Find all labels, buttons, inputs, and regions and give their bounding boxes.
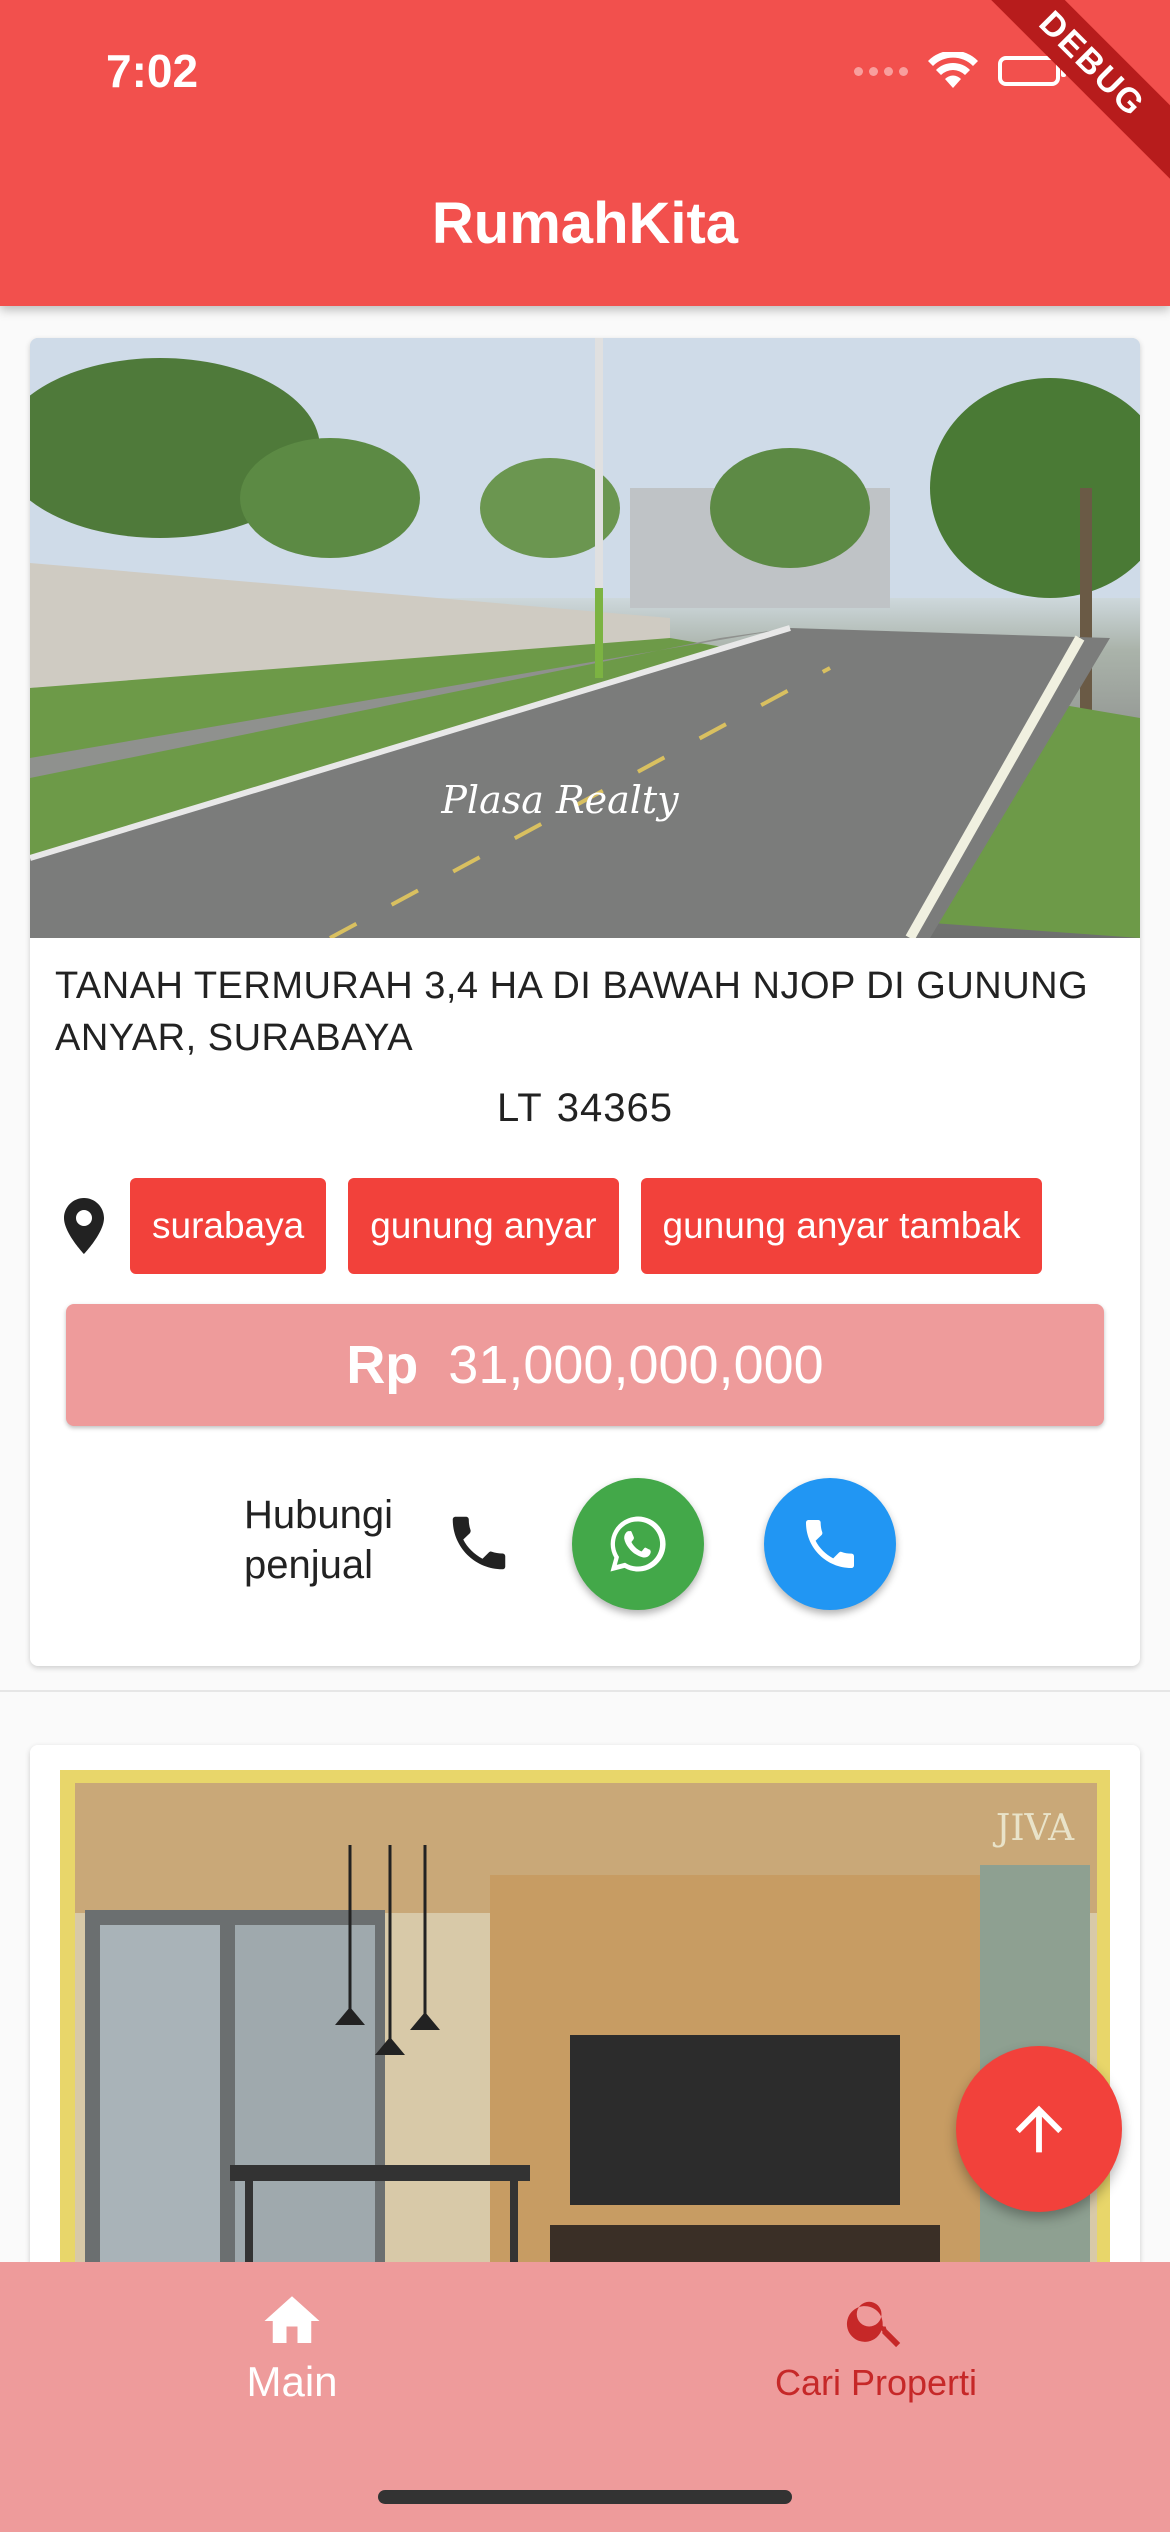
phone-icon (806, 1520, 854, 1568)
wifi-icon (928, 52, 978, 88)
scroll-to-top-button[interactable] (956, 2046, 1122, 2212)
listing-card[interactable]: Plasa Realty TANAH TERMURAH 3,4 HA DI BA… (30, 338, 1140, 1666)
photo-watermark: Plasa Realty (440, 778, 679, 822)
search-icon (846, 2301, 901, 2348)
location-tag[interactable]: surabaya (130, 1178, 327, 1274)
listing-title[interactable]: TANAH TERMURAH 3,4 HA DI BAWAH NJOP DI G… (55, 960, 1115, 1064)
home-icon (264, 2296, 320, 2343)
property-photo[interactable]: JIVA (30, 1745, 1140, 2345)
nav-item-main[interactable]: Main (142, 2288, 442, 2406)
phone-icon (452, 1516, 506, 1570)
call-button[interactable] (764, 1478, 896, 1610)
location-pin-icon (64, 1198, 104, 1254)
app-bar: 7:02 DEBUG RumahKita (0, 0, 1170, 306)
photo-watermark: JIVA (992, 1808, 1075, 1849)
location-tags: surabaya gunung anyar gunung anyar tamba… (60, 1178, 1043, 1274)
nav-item-search[interactable]: Cari Properti (726, 2288, 1026, 2404)
status-time: 7:02 (106, 45, 199, 97)
nav-item-label: Main (246, 2358, 338, 2405)
price-currency: Rp (346, 1335, 419, 1395)
contact-row: Hubungi penjual (30, 1468, 1140, 1618)
battery-icon (998, 56, 1066, 86)
location-tag[interactable]: gunung anyar tambak (640, 1178, 1043, 1274)
price-bar: Rp 31,000,000,000 (66, 1304, 1104, 1426)
status-icons (854, 52, 1066, 90)
road-scene-image: Plasa Realty (30, 338, 1140, 938)
price-value: 31,000,000,000 (448, 1335, 824, 1395)
home-indicator[interactable] (378, 2490, 792, 2504)
cellular-signal-icon (854, 66, 908, 76)
whatsapp-icon (610, 1516, 666, 1572)
arrow-up-icon (1015, 2105, 1063, 2153)
nav-item-label: Cari Properti (774, 2362, 978, 2403)
land-size-value: 34365 (556, 1086, 673, 1130)
property-photo[interactable]: Plasa Realty (30, 338, 1140, 938)
location-tag[interactable]: gunung anyar (348, 1178, 619, 1274)
list-divider (0, 1690, 1170, 1692)
debug-banner: DEBUG (967, 0, 1170, 189)
page-title: RumahKita (431, 191, 739, 256)
contact-seller-label: Hubungi penjual (244, 1493, 394, 1587)
land-size-label: LT (497, 1086, 543, 1130)
whatsapp-button[interactable] (572, 1478, 704, 1610)
land-size: LT 34365 (30, 1086, 1140, 1131)
interior-scene-image: JIVA (60, 1770, 1110, 2345)
